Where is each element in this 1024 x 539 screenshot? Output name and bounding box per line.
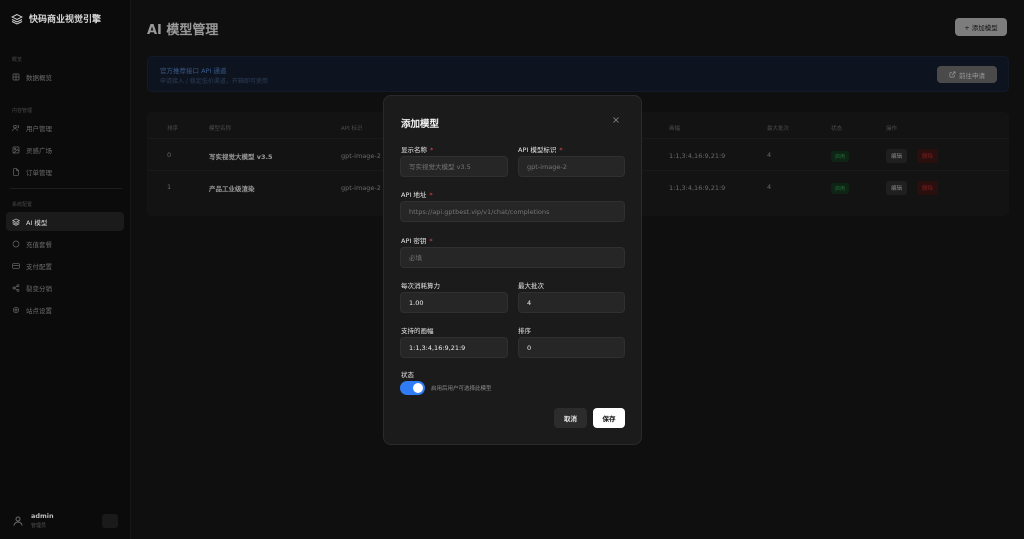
apply-button-label: 前往申请 [959,71,985,80]
sidebar: 快码商业视觉引擎 概览 数据概览 内容管理 用户管理 灵感广场 订单管理 系统配… [0,0,131,539]
ratios-label: 支持的画幅 [401,327,434,335]
sidebar-item-packages[interactable]: 充值套餐 [6,234,124,253]
circle-icon [12,240,20,247]
sort-input[interactable] [518,337,625,358]
user-name: admin [31,512,54,520]
apply-button[interactable]: 前往申请 [937,66,997,83]
table-header: 最大批次 [767,126,790,132]
ratios-input[interactable] [400,337,508,358]
add-model-button[interactable]: + 添加模型 [955,18,1007,36]
max-batch-label: 最大批次 [518,282,544,290]
status-badge: 启用 [831,151,850,162]
status-description: 启用后用户可选择此模型 [431,386,492,392]
delete-button[interactable]: 删除 [917,181,939,195]
page-title: AI 模型管理 [147,23,219,38]
close-icon[interactable] [611,115,621,125]
api-model-id-label: API 模型标识 * [518,146,563,154]
sidebar-item-label: 裂变分销 [26,284,52,293]
sidebar-item-settings[interactable]: 站点设置 [6,300,124,319]
status-badge: 启用 [831,183,850,194]
user-icon [13,516,23,526]
brand-name: 快码商业视觉引擎 [29,15,102,25]
row-api: gpt-image-2 [341,184,381,192]
sidebar-item-dashboard[interactable]: 数据概览 [6,67,124,86]
external-link-icon [949,71,956,78]
sidebar-divider [10,188,122,189]
users-icon [12,124,19,131]
section-label-overview: 概览 [12,57,23,63]
row-name: 产品工业级渲染 [209,185,255,193]
status-toggle[interactable] [400,381,425,395]
gear-icon [13,306,19,313]
dialog-title: 添加模型 [401,119,440,130]
api-url-input[interactable] [400,201,625,222]
user-role: 管理员 [31,523,47,529]
save-button[interactable]: 保存 [593,408,625,428]
table-header: 状态 [831,126,843,132]
sidebar-item-label: 支付配置 [26,262,52,271]
delete-button[interactable]: 删除 [917,149,939,163]
sidebar-item-payment[interactable]: 支付配置 [6,256,124,275]
file-icon [13,167,19,176]
brand[interactable]: 快码商业视觉引擎 [11,12,101,25]
api-banner: 官方推荐接口 API 通道 申请接入 / 稳定低价渠道，开箱即可使用 前往申请 [147,56,1009,92]
row-ratio: 1:1,3:4,16:9,21:9 [669,184,726,192]
sidebar-item-label: 灵感广场 [26,146,52,155]
sidebar-item-label: 数据概览 [26,73,52,82]
row-name: 写实视觉大模型 v3.5 [209,153,273,161]
table-header: 排序 [167,126,179,132]
row-batch: 4 [767,183,772,191]
row-sort: 0 [167,151,172,159]
sidebar-item-label: 订单管理 [26,168,52,177]
sidebar-item-distribution[interactable]: 裂变分销 [6,278,124,297]
share-icon [12,283,20,292]
grid-icon [12,73,20,80]
api-model-id-input[interactable] [518,156,625,177]
sidebar-item-label: AI 模型 [26,218,48,227]
row-sort: 1 [167,183,172,191]
cost-label: 每次消耗算力 [401,282,440,290]
sidebar-item-label: 充值套餐 [26,240,52,249]
layers-icon [12,218,20,226]
sidebar-item-users[interactable]: 用户管理 [6,118,124,137]
banner-subtitle: 申请接入 / 稳定低价渠道，开箱即可使用 [160,78,268,85]
row-ratio: 1:1,3:4,16:9,21:9 [669,152,726,160]
api-key-label: API 密钥 * [401,237,433,245]
sidebar-item-label: 用户管理 [26,124,52,133]
edit-button[interactable]: 编辑 [886,149,908,163]
table-header: 操作 [886,126,898,132]
add-model-dialog: 添加模型 显示名称* API 模型标识* API 地址* API 密钥* 每次消… [383,95,642,445]
sidebar-item-orders[interactable]: 订单管理 [6,162,124,181]
display-name-input[interactable] [400,156,508,177]
sidebar-item-label: 站点设置 [26,306,52,315]
sort-label: 排序 [518,327,531,335]
card-icon [12,262,20,269]
edit-button[interactable]: 编辑 [886,181,908,195]
max-batch-input[interactable] [518,292,625,313]
cost-input[interactable] [400,292,508,313]
table-header: 模型名称 [209,126,232,132]
toggle-knob [413,383,423,393]
user-profile[interactable]: admin 管理员 [12,512,54,529]
sidebar-item-ai-model[interactable]: AI 模型 [6,212,124,231]
table-header: API 标识 [341,126,363,132]
logout-button[interactable] [102,514,118,528]
row-api: gpt-image-2 [341,152,381,160]
api-key-input[interactable] [400,247,625,268]
image-icon [12,146,20,153]
row-batch: 4 [767,151,772,159]
api-url-label: API 地址 * [401,191,433,199]
sidebar-item-inspiration[interactable]: 灵感广场 [6,140,124,159]
cancel-button[interactable]: 取消 [554,408,587,428]
status-label: 状态 [401,371,414,379]
section-label-system: 系统配置 [12,202,33,208]
table-header: 画幅 [669,126,681,132]
layers-icon [11,13,23,25]
section-label-content: 内容管理 [12,108,33,114]
display-name-label: 显示名称 * [401,146,434,154]
banner-title: 官方推荐接口 API 通道 [160,67,227,75]
